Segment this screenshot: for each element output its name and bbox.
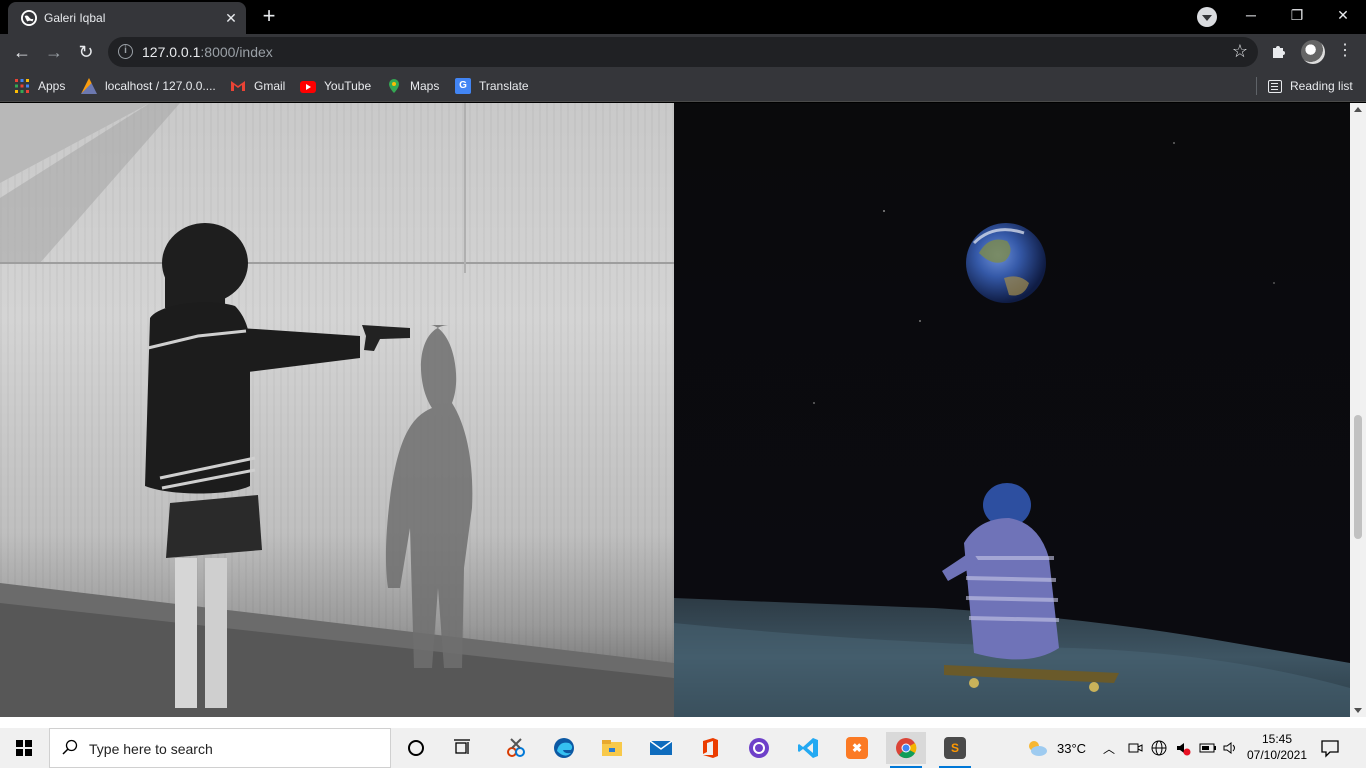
search-placeholder: Type here to search	[89, 741, 213, 757]
reading-list-label: Reading list	[1290, 79, 1353, 93]
scroll-up-arrow-icon[interactable]	[1354, 107, 1362, 112]
show-hidden-icons-button[interactable]: ︿	[1103, 728, 1115, 768]
bookmark-label: Translate	[479, 79, 529, 93]
extensions-puzzle-icon[interactable]	[1270, 42, 1290, 62]
bookmark-maps[interactable]: Maps	[386, 76, 439, 96]
xampp-icon[interactable]: ✖	[837, 732, 877, 764]
scrollbar-thumb[interactable]	[1354, 415, 1362, 539]
vscode-icon[interactable]	[788, 732, 828, 764]
youtube-icon	[300, 81, 316, 93]
bookmark-translate[interactable]: G Translate	[455, 76, 529, 96]
scroll-down-arrow-icon[interactable]	[1354, 708, 1362, 713]
close-tab-icon[interactable]: ✕	[222, 9, 240, 27]
profile-avatar[interactable]	[1301, 40, 1325, 64]
task-view-icon[interactable]	[443, 732, 483, 764]
weather-cloud-icon	[1029, 741, 1047, 756]
bookmark-label: YouTube	[324, 79, 372, 93]
bookmark-label: Gmail	[254, 79, 286, 93]
reading-list-button[interactable]: Reading list	[1268, 76, 1353, 96]
snipping-tool-icon[interactable]	[496, 732, 536, 764]
forward-button[interactable]: →	[41, 39, 67, 65]
file-explorer-icon[interactable]	[592, 732, 632, 764]
speaker-muted-icon[interactable]	[1175, 728, 1191, 768]
bookmarks-divider	[1256, 77, 1257, 95]
bookmark-label: localhost / 127.0.0....	[105, 79, 216, 93]
bookmark-youtube[interactable]: YouTube	[300, 76, 371, 96]
bookmark-apps[interactable]: Apps	[14, 76, 65, 96]
gmail-icon	[230, 78, 246, 94]
new-tab-button[interactable]: +	[257, 5, 281, 29]
globe-icon	[21, 10, 37, 26]
phpmyadmin-icon	[81, 78, 97, 94]
girl-with-gun-shadow-photo	[0, 103, 674, 717]
meet-now-icon[interactable]	[1127, 728, 1143, 768]
page-bottom-strip	[0, 717, 1366, 728]
site-info-icon[interactable]: i	[118, 44, 133, 59]
network-globe-icon[interactable]	[1151, 728, 1167, 768]
apps-grid-icon	[14, 78, 30, 94]
close-window-button[interactable]: ✕	[1320, 0, 1366, 30]
volume-icon[interactable]	[1222, 728, 1238, 768]
address-bar[interactable]: i 127.0.0.1:8000/index ☆	[108, 37, 1258, 67]
windows-logo-icon	[16, 740, 32, 756]
clock-time: 15:45	[1261, 732, 1293, 746]
notifications-icon[interactable]	[1320, 738, 1342, 758]
windows-taskbar: Type here to search ✖ S 33°C ︿ 15:45 07/…	[0, 728, 1366, 768]
clock-date: 07/10/2021	[1246, 748, 1308, 762]
chrome-icon[interactable]	[886, 732, 926, 768]
tab-strip: Galeri Iqbal ✕ + ─ ❐ ✕	[0, 0, 1366, 34]
url-text: 127.0.0.1:8000/index	[142, 44, 273, 60]
weather-widget[interactable]: 33°C	[1026, 728, 1086, 768]
office-icon[interactable]	[690, 732, 730, 764]
browser-tab[interactable]: Galeri Iqbal ✕	[8, 2, 246, 34]
xampp-logo-icon: ✖	[846, 737, 868, 759]
mail-icon[interactable]	[641, 732, 681, 764]
bookmark-localhost[interactable]: localhost / 127.0.0....	[81, 76, 216, 96]
maps-pin-icon	[386, 78, 402, 94]
tab-search-button[interactable]	[1197, 7, 1217, 27]
bookmark-apps-label: Apps	[38, 79, 66, 93]
weather-temperature: 33°C	[1057, 740, 1087, 756]
tab-title: Galeri Iqbal	[44, 11, 106, 25]
taskbar-clock[interactable]: 15:45 07/10/2021	[1246, 731, 1308, 763]
bookmark-star-icon[interactable]: ☆	[1232, 41, 1248, 62]
edge-browser-icon[interactable]	[544, 732, 584, 764]
menu-kebab-icon[interactable]: ⋮	[1335, 40, 1355, 64]
bookmark-label: Maps	[410, 79, 440, 93]
github-desktop-icon[interactable]	[739, 732, 779, 764]
sublime-text-icon[interactable]: S	[935, 732, 975, 768]
browser-toolbar: ← → ↻ i 127.0.0.1:8000/index ☆ ⋮	[0, 34, 1366, 70]
reload-button[interactable]: ↻	[73, 39, 99, 65]
battery-icon[interactable]	[1199, 728, 1217, 768]
translate-icon: G	[455, 78, 471, 94]
start-button[interactable]	[0, 728, 48, 768]
search-icon	[62, 739, 78, 755]
reading-list-icon	[1268, 79, 1282, 93]
page-scrollbar[interactable]	[1350, 103, 1366, 717]
cortana-icon[interactable]	[396, 732, 436, 764]
taskbar-search-box[interactable]: Type here to search	[49, 728, 391, 768]
bookmarks-bar: Apps localhost / 127.0.0.... Gmail YouTu…	[0, 70, 1366, 102]
boy-on-moon-earth-photo	[674, 103, 1350, 717]
back-button[interactable]: ←	[9, 39, 35, 65]
restore-button[interactable]: ❐	[1274, 0, 1320, 30]
minimize-button[interactable]: ─	[1228, 0, 1274, 30]
bookmark-gmail[interactable]: Gmail	[230, 76, 285, 96]
page-viewport	[0, 103, 1366, 717]
sublime-logo-icon: S	[944, 737, 966, 759]
